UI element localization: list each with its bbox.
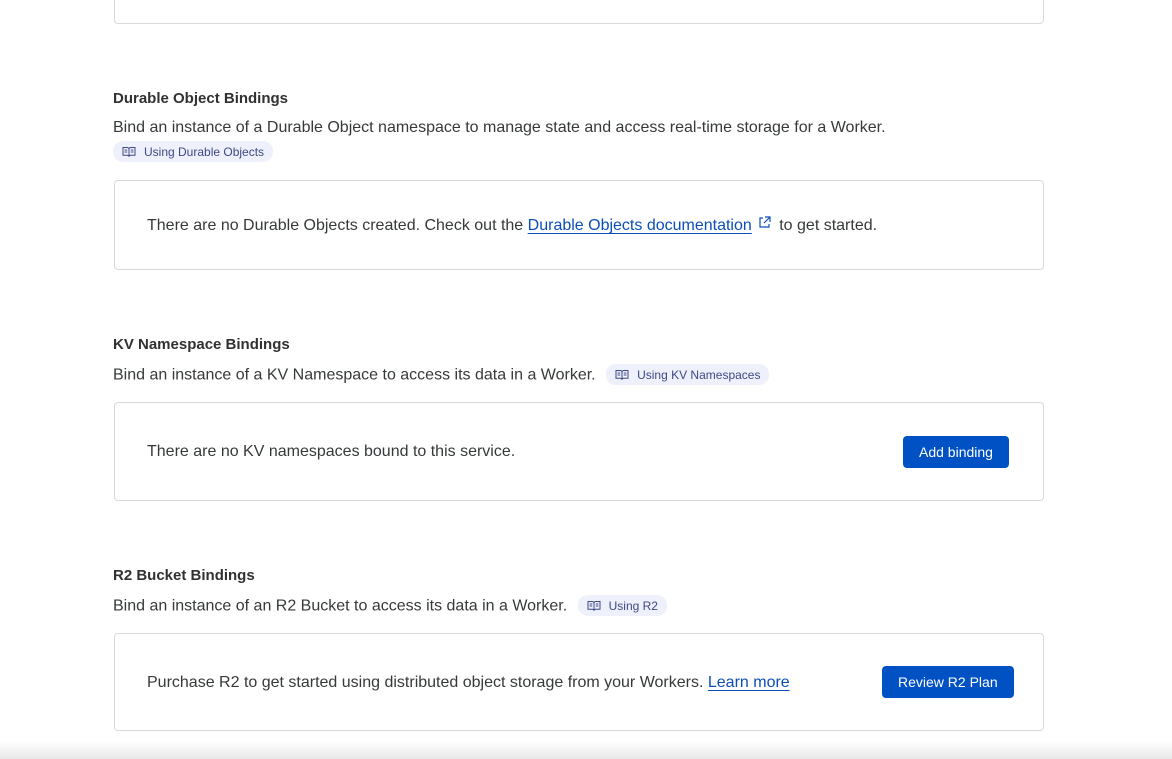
- kv-description: Bind an instance of a KV Namespace to ac…: [113, 366, 596, 384]
- durable-objects-card: There are no Durable Objects created. Ch…: [114, 180, 1044, 270]
- durable-objects-description: Bind an instance of a Durable Object nam…: [113, 119, 886, 136]
- pill-label: Using R2: [608, 598, 658, 613]
- book-icon: [122, 146, 136, 157]
- external-link-icon[interactable]: [758, 216, 771, 229]
- pill-label: Using KV Namespaces: [637, 367, 761, 382]
- learn-more-link[interactable]: Learn more: [708, 674, 790, 691]
- r2-description: Bind an instance of an R2 Bucket to acce…: [113, 597, 568, 615]
- r2-title: R2 Bucket Bindings: [113, 567, 255, 584]
- r2-card: Purchase R2 to get started using distrib…: [114, 633, 1044, 731]
- kv-title: KV Namespace Bindings: [113, 336, 290, 353]
- book-icon: [615, 369, 629, 380]
- kv-card: There are no KV namespaces bound to this…: [114, 402, 1044, 501]
- durable-objects-title: Durable Object Bindings: [113, 90, 289, 107]
- add-binding-button[interactable]: Add binding: [903, 436, 1009, 468]
- using-r2-link[interactable]: Using R2: [577, 595, 667, 616]
- empty-prefix: There are no Durable Objects created. Ch…: [147, 217, 524, 234]
- r2-empty-message: Purchase R2 to get started using distrib…: [147, 674, 790, 692]
- r2-empty-text: Purchase R2 to get started using distrib…: [147, 674, 704, 691]
- using-durable-objects-link[interactable]: Using Durable Objects: [113, 141, 274, 162]
- r2-description-row: Bind an instance of an R2 Bucket to acce…: [113, 595, 667, 617]
- kv-empty-message: There are no KV namespaces bound to this…: [147, 443, 516, 460]
- previous-section-card: [114, 0, 1044, 24]
- pill-label: Using Durable Objects: [144, 144, 265, 159]
- empty-suffix: to get started.: [779, 217, 878, 234]
- kv-description-row: Bind an instance of a KV Namespace to ac…: [113, 364, 770, 386]
- bindings-page: Durable Object Bindings Bind an instance…: [0, 0, 1172, 759]
- durable-objects-docs-link[interactable]: Durable Objects documentation: [528, 217, 752, 234]
- durable-objects-empty-message: There are no Durable Objects created. Ch…: [147, 216, 877, 235]
- book-icon: [587, 600, 601, 611]
- bottom-scroll-shadow: [0, 741, 1172, 759]
- using-kv-namespaces-link[interactable]: Using KV Namespaces: [606, 364, 770, 385]
- review-r2-plan-button[interactable]: Review R2 Plan: [882, 666, 1014, 698]
